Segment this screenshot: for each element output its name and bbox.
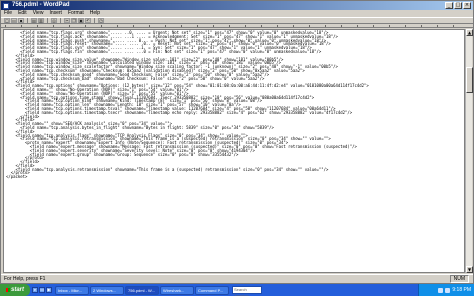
start-button[interactable]: start (0, 284, 30, 296)
wordpad-app-icon[interactable] (3, 2, 9, 9)
menu-format[interactable]: Format (68, 10, 84, 17)
numlock-indicator: NUM (449, 275, 469, 283)
network-icon[interactable] (438, 287, 444, 293)
wordpad-window: 756.pdml - WordPad _ □ × File Edit View … (0, 0, 474, 284)
date-time-icon[interactable]: ◷ (98, 18, 104, 23)
system-tray: 9:18 PM (418, 284, 474, 296)
document-text[interactable]: <field name="tcp.flags.urg" showname="..… (6, 31, 462, 179)
scroll-up-icon[interactable]: ▲ (466, 29, 473, 36)
toolbar-separator (47, 18, 48, 23)
status-bar: For Help, press F1 NUM (1, 274, 473, 283)
desktop-icon[interactable]: ▭ (39, 287, 45, 293)
new-icon[interactable]: ▢ (4, 18, 10, 23)
close-button[interactable]: × (463, 2, 471, 9)
quick-launch: e ▭ ▶ (32, 287, 52, 293)
menu-bar: File Edit View Insert Format Help (1, 10, 473, 17)
window-title: 756.pdml - WordPad (12, 2, 70, 8)
ruler[interactable] (1, 24, 473, 28)
media-icon[interactable]: ▶ (46, 287, 52, 293)
save-icon[interactable]: ▪ (18, 18, 24, 23)
ie-icon[interactable]: e (32, 287, 38, 293)
windows-logo-icon (5, 288, 10, 292)
volume-icon[interactable] (445, 287, 451, 293)
print-icon[interactable]: ▤ (31, 18, 37, 23)
print-preview-icon[interactable]: ▥ (38, 18, 44, 23)
scroll-down-icon[interactable]: ▼ (466, 266, 473, 273)
start-label: start (10, 287, 24, 293)
menu-edit[interactable]: Edit (18, 10, 27, 17)
ruler-ticks (5, 25, 469, 27)
minimize-button[interactable]: _ (445, 2, 453, 9)
copy-icon[interactable]: ❐ (71, 18, 77, 23)
task-button[interactable]: 2 Windows... (90, 285, 124, 295)
open-icon[interactable]: ▭ (11, 18, 17, 23)
menu-view[interactable]: View (33, 10, 44, 17)
paste-icon[interactable]: ▣ (78, 18, 84, 23)
status-help-text: For Help, press F1 (4, 275, 46, 282)
desktop-search-input[interactable]: Search Desktop (232, 286, 262, 296)
standard-toolbar: ▢ ▭ ▪ ▤ ▥ ◎ ✂ ❐ ▣ ↶ ◷ (1, 17, 473, 24)
menu-help[interactable]: Help (90, 10, 100, 17)
maximize-button[interactable]: □ (454, 2, 462, 9)
document-area[interactable]: <field name="tcp.flags.urg" showname="..… (3, 29, 465, 273)
scroll-thumb[interactable] (466, 67, 473, 93)
menu-insert[interactable]: Insert (49, 10, 62, 17)
menu-file[interactable]: File (4, 10, 12, 17)
window-controls: _ □ × (445, 2, 471, 9)
find-icon[interactable]: ◎ (51, 18, 57, 23)
undo-icon[interactable]: ↶ (85, 18, 91, 23)
toolbar-separator (60, 18, 61, 23)
toolbar-separator (27, 18, 28, 23)
task-button[interactable]: Wireshark... (160, 285, 194, 295)
task-buttons: Inbox - Micr... 2 Windows... 756.pdml - … (55, 285, 229, 295)
clock[interactable]: 9:18 PM (452, 287, 471, 293)
taskbar: start e ▭ ▶ Inbox - Micr... 2 Windows...… (0, 284, 474, 296)
task-button[interactable]: Command P... (195, 285, 229, 295)
title-bar[interactable]: 756.pdml - WordPad _ □ × (1, 1, 473, 10)
task-button-active[interactable]: 756.pdml - W... (125, 285, 159, 295)
toolbar-separator (94, 18, 95, 23)
vertical-scrollbar[interactable]: ▲ ▼ (465, 29, 473, 273)
cut-icon[interactable]: ✂ (64, 18, 70, 23)
task-button[interactable]: Inbox - Micr... (55, 285, 89, 295)
